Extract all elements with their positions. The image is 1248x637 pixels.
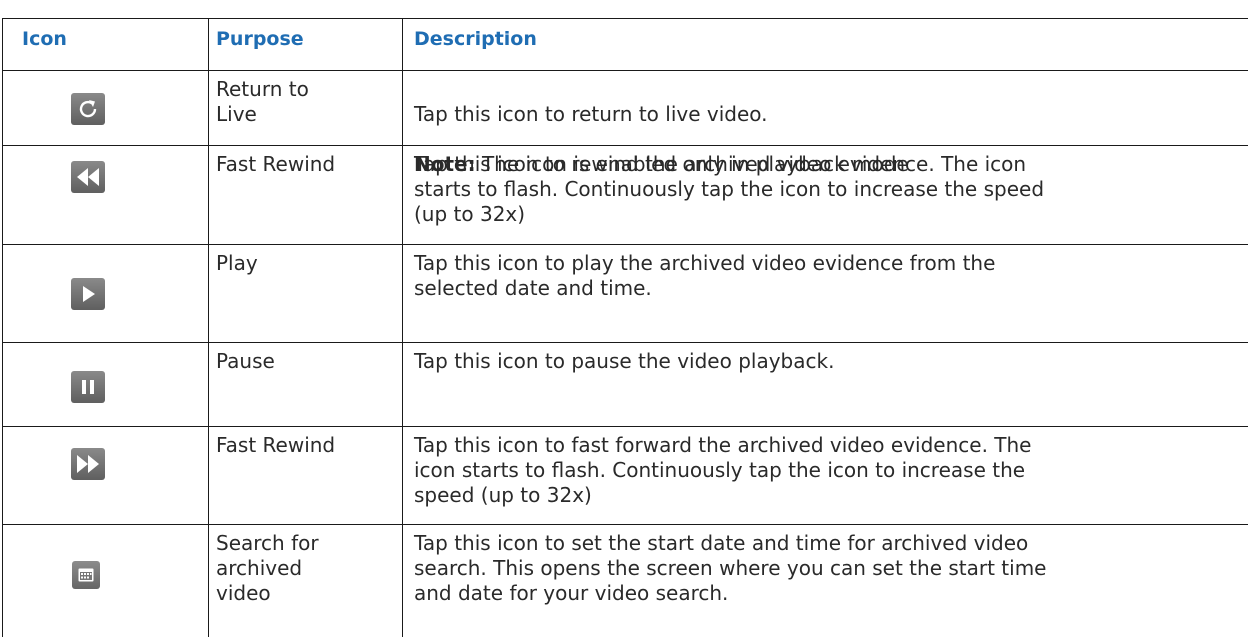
description-cell: Tap this icon to play the archived video… — [414, 251, 996, 300]
fast-forward-icon — [71, 448, 105, 480]
header-icon: Icon — [22, 28, 67, 50]
return-to-live-icon — [71, 93, 105, 125]
header-description: Description — [414, 28, 537, 50]
rule-line — [2, 426, 1248, 427]
pause-icon — [71, 371, 105, 403]
table-row: Fast Rewind Tap this icon to fast forwar… — [2, 426, 1248, 524]
rule-line — [2, 244, 1248, 245]
purpose-cell: Search for archived video — [216, 531, 319, 605]
play-icon — [71, 278, 105, 310]
column-divider — [2, 18, 3, 637]
table-row: Play Tap this icon to play the archived … — [2, 244, 1248, 342]
table-row: Search for archived video Tap this icon … — [2, 524, 1248, 637]
rule-line — [2, 18, 1248, 19]
rule-line — [2, 70, 1248, 71]
purpose-cell: Pause — [216, 349, 275, 373]
rule-line — [2, 145, 1248, 146]
purpose-cell: Return to Live — [216, 77, 309, 126]
table-row: Fast Rewind Tap this icon to rewind the … — [2, 145, 1248, 244]
header-purpose: Purpose — [216, 28, 304, 50]
purpose-cell: Fast Rewind — [216, 152, 336, 176]
rule-line — [2, 342, 1248, 343]
table-row: Pause Tap this icon to pause the video p… — [2, 342, 1248, 426]
fast-rewind-icon — [71, 161, 105, 193]
description-cell: Tap this icon to fast forward the archiv… — [414, 433, 1032, 507]
rule-line — [2, 524, 1248, 525]
column-divider — [208, 18, 209, 637]
description-cell: Tap this icon to return to live video. — [414, 102, 768, 126]
column-divider — [402, 18, 403, 637]
purpose-cell: Fast Rewind — [216, 433, 336, 457]
calendar-icon — [72, 561, 100, 589]
description-cell: Tap this icon to pause the video playbac… — [414, 349, 835, 373]
description-cell: Tap this icon to rewind the archived vid… — [414, 152, 1045, 226]
purpose-cell: Play — [216, 251, 258, 275]
table-row: Return to Live Tap this icon to return t… — [2, 70, 1248, 176]
table-header-row: Icon Purpose Description — [2, 18, 1248, 70]
description-cell: Tap this icon to set the start date and … — [414, 531, 1047, 605]
